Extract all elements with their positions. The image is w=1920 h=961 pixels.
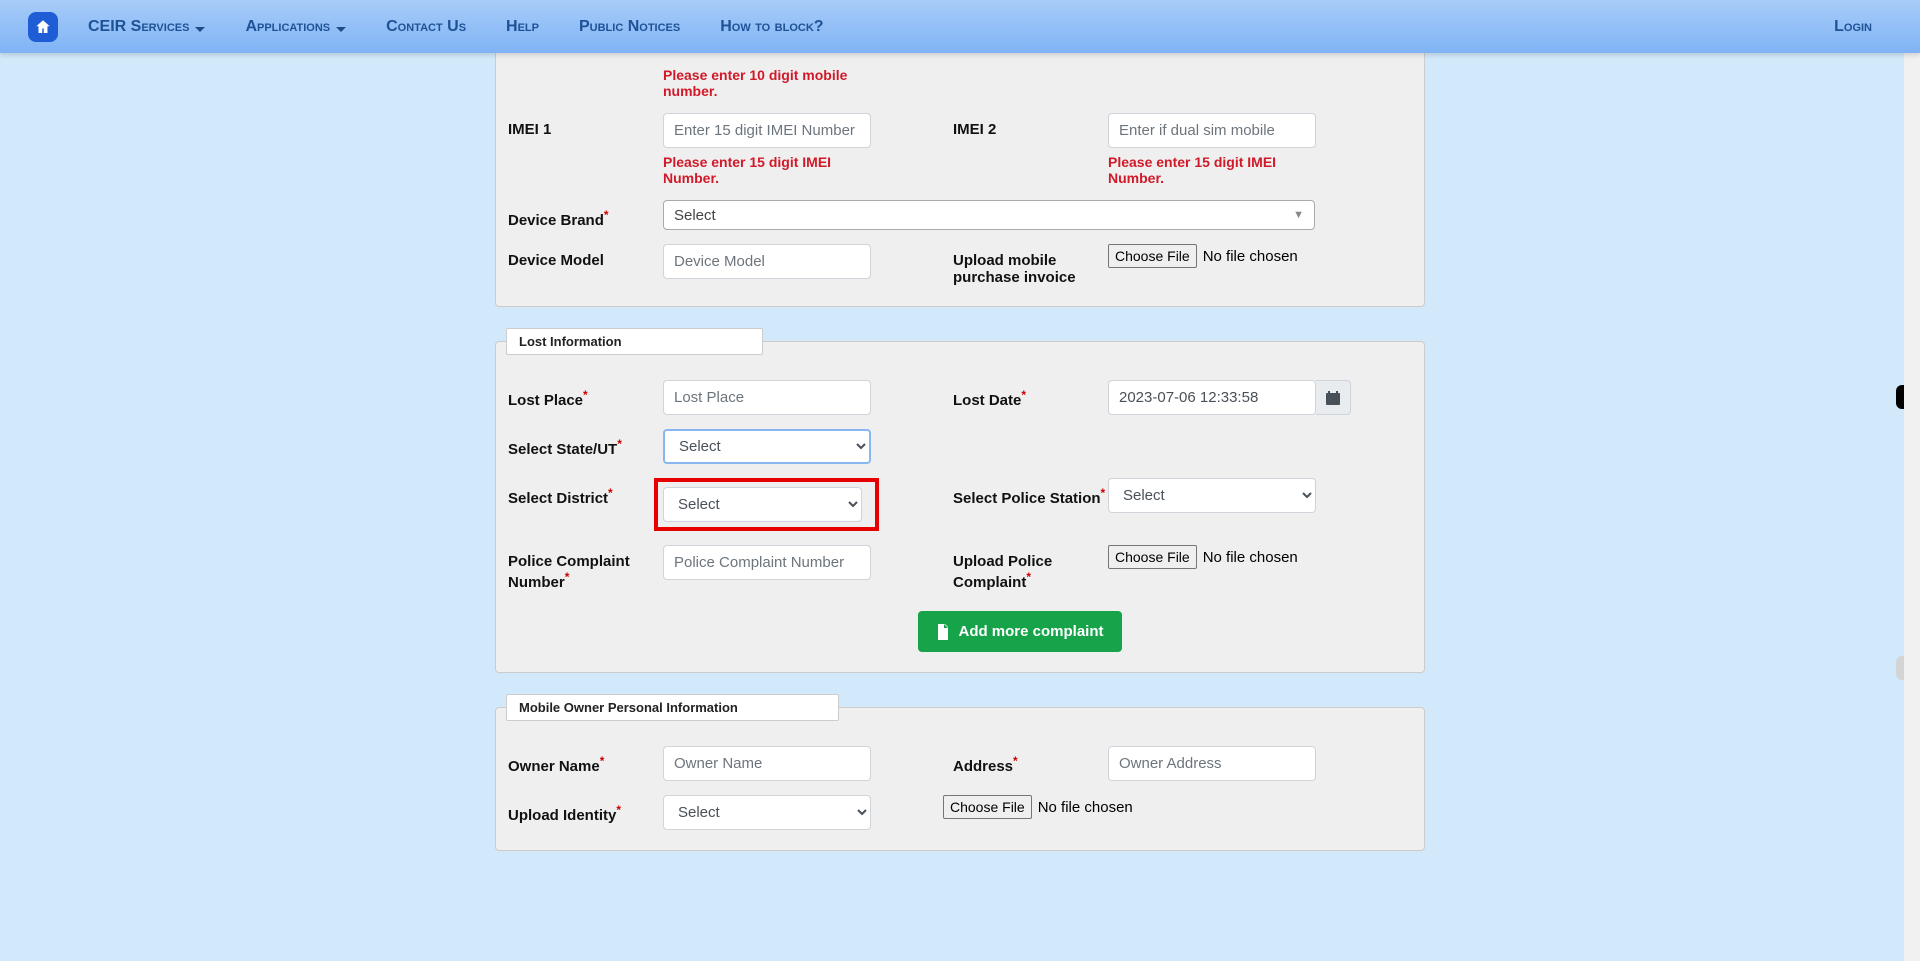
error-imei2: Please enter 15 digit IMEI Number. (1108, 154, 1318, 186)
legend-lost-info: Lost Information (506, 328, 763, 355)
nav-applications[interactable]: Applications (245, 18, 346, 36)
nav-label: Public Notices (579, 18, 680, 36)
owner-address-input[interactable] (1108, 746, 1316, 781)
select-value: Select (674, 207, 716, 224)
side-indicator-dark[interactable] (1896, 385, 1904, 409)
label-placeholder-empty (508, 61, 663, 69)
side-indicator-light[interactable] (1896, 656, 1904, 680)
nav-label: Applications (245, 18, 330, 36)
fieldset-owner-info: Mobile Owner Personal Information Owner … (495, 707, 1425, 851)
legend-owner-info: Mobile Owner Personal Information (506, 694, 839, 721)
navbar: CEIR Services Applications Contact Us He… (0, 0, 1920, 53)
label-imei1: IMEI 1 (508, 113, 663, 138)
device-model-input[interactable] (663, 244, 871, 279)
district-highlight-box: Select (654, 478, 879, 531)
nav-label: Help (506, 18, 539, 36)
nav-public-notices[interactable]: Public Notices (579, 18, 680, 36)
label-lost-place: Lost Place* (508, 380, 663, 409)
fieldset-lost-info: Lost Information Lost Place* Lost Date* (495, 341, 1425, 673)
nav-label: Contact Us (386, 18, 466, 36)
nav-label: Login (1834, 18, 1872, 35)
lost-place-input[interactable] (663, 380, 871, 415)
file-status-invoice: No file chosen (1203, 248, 1298, 265)
nav-help[interactable]: Help (506, 18, 539, 36)
owner-name-input[interactable] (663, 746, 871, 781)
fieldset-device-info: Please enter 10 digit mobile number. IME… (495, 53, 1425, 307)
district-select[interactable]: Select (663, 487, 862, 522)
complaint-number-input[interactable] (663, 545, 871, 580)
add-more-complaint-button[interactable]: Add more complaint (918, 611, 1121, 652)
state-select[interactable]: Select (663, 429, 871, 464)
chevron-down-icon (336, 22, 346, 32)
label-district: Select District* (508, 478, 663, 507)
nav-contact-us[interactable]: Contact Us (386, 18, 466, 36)
label-upload-invoice: Upload mobile purchase invoice (953, 244, 1108, 286)
nav-ceir-services[interactable]: CEIR Services (88, 18, 205, 36)
nav-how-to-block[interactable]: How to block? (720, 18, 823, 36)
nav-login[interactable]: Login (1834, 18, 1872, 36)
label-state: Select State/UT* (508, 429, 663, 458)
choose-file-complaint-button[interactable]: Choose File (1108, 545, 1197, 569)
form-wrapper: Please enter 10 digit mobile number. IME… (495, 53, 1425, 961)
calendar-button[interactable] (1316, 380, 1351, 415)
label-upload-identity: Upload Identity* (508, 795, 663, 824)
button-label: Add more complaint (958, 623, 1103, 640)
imei1-input[interactable] (663, 113, 871, 148)
label-owner-name: Owner Name* (508, 746, 663, 775)
error-mobile-number: Please enter 10 digit mobile number. (663, 67, 873, 99)
identity-type-select[interactable]: Select (663, 795, 871, 830)
label-complaint-number: Police Complaint Number* (508, 545, 663, 591)
police-station-select[interactable]: Select (1108, 478, 1316, 513)
label-police-station: Select Police Station* (953, 478, 1108, 507)
nav-items: CEIR Services Applications Contact Us He… (88, 18, 1834, 36)
nav-label: How to block? (720, 18, 823, 36)
scrollbar-vertical[interactable] (1904, 0, 1920, 961)
caret-down-icon: ▼ (1293, 209, 1304, 221)
home-icon (34, 18, 52, 36)
device-brand-select[interactable]: Select ▼ (663, 200, 1315, 230)
label-lost-date: Lost Date* (953, 380, 1108, 409)
label-imei2: IMEI 2 (953, 113, 1108, 138)
lost-date-input[interactable] (1108, 380, 1316, 415)
choose-file-identity-button[interactable]: Choose File (943, 795, 1032, 819)
label-address: Address* (953, 746, 1108, 775)
label-upload-complaint: Upload Police Complaint* (953, 545, 1108, 591)
nav-label: CEIR Services (88, 18, 189, 36)
chevron-down-icon (195, 22, 205, 32)
imei2-input[interactable] (1108, 113, 1316, 148)
choose-file-invoice-button[interactable]: Choose File (1108, 244, 1197, 268)
page-background: Please enter 10 digit mobile number. IME… (0, 53, 1920, 961)
home-button[interactable] (28, 12, 58, 42)
error-imei1: Please enter 15 digit IMEI Number. (663, 154, 873, 186)
calendar-icon (1326, 391, 1340, 405)
file-status-identity: No file chosen (1038, 799, 1133, 816)
document-icon (936, 624, 950, 640)
file-status-complaint: No file chosen (1203, 549, 1298, 566)
label-device-brand: Device Brand* (508, 200, 663, 229)
label-device-model: Device Model (508, 244, 663, 269)
